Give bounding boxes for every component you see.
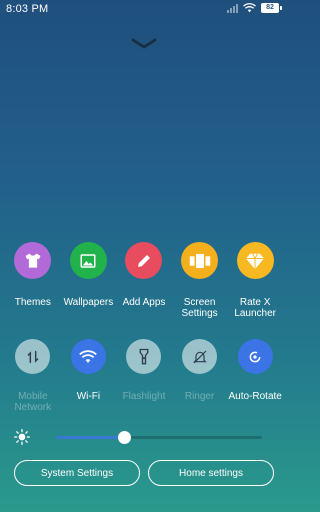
auto-rotate-icon [237,339,273,374]
home-settings-button[interactable]: Home settings [148,460,274,486]
flashlight-icon [126,339,162,374]
rate-launcher-label: Rate X Launcher [234,297,277,319]
rate-launcher-shortcut[interactable]: Rate X Launcher [227,242,283,319]
quick-toggles-row: Mobile Network Wi-Fi Flashlight Ringer A… [0,339,288,413]
sun-icon [14,429,30,445]
brightness-knob[interactable] [117,431,131,444]
battery-icon: 82 [261,3,282,13]
wifi-toggle[interactable]: Wi-Fi [61,339,117,413]
wallpapers-label: Wallpapers [63,297,114,308]
flashlight-label: Flashlight [122,391,166,402]
mobile-data-icon [15,339,51,374]
screen-settings-shortcut[interactable]: Screen Settings [172,242,228,319]
tshirt-icon [14,242,52,279]
auto-rotate-label: Auto-Rotate [228,391,282,402]
add-apps-shortcut[interactable]: Add Apps [116,242,172,319]
themes-shortcut[interactable]: Themes [5,242,61,319]
wallpapers-shortcut[interactable]: Wallpapers [61,242,117,319]
status-time: 8:03 PM [6,3,49,15]
wifi-toggle-icon [70,339,106,374]
brightness-control [14,427,276,447]
auto-rotate-toggle[interactable]: Auto-Rotate [227,339,283,413]
status-bar: 8:03 PM 82 [0,0,288,20]
themes-label: Themes [14,297,51,308]
system-settings-button[interactable]: System Settings [14,460,140,486]
ringer-off-icon [182,339,218,374]
app-shortcuts-row: Themes Wallpapers Add Apps Screen Settin… [0,242,288,319]
signal-icon [227,3,238,13]
mobile-network-label: Mobile Network [14,391,52,413]
battery-level: 82 [261,3,279,13]
mobile-network-toggle[interactable]: Mobile Network [5,339,61,413]
diamond-icon [236,242,274,279]
wifi-label: Wi-Fi [76,391,101,402]
brightness-slider[interactable] [56,431,262,444]
flashlight-toggle[interactable]: Flashlight [116,339,172,413]
brightness-fill [56,436,124,439]
screen-settings-label: Screen Settings [181,297,218,319]
ringer-toggle[interactable]: Ringer [172,339,228,413]
wifi-icon [243,3,256,13]
pencil-icon [125,242,163,279]
screens-icon [181,242,219,279]
chevron-down-icon[interactable] [131,38,157,50]
add-apps-label: Add Apps [122,297,166,308]
ringer-label: Ringer [184,391,215,402]
image-icon [69,242,107,279]
